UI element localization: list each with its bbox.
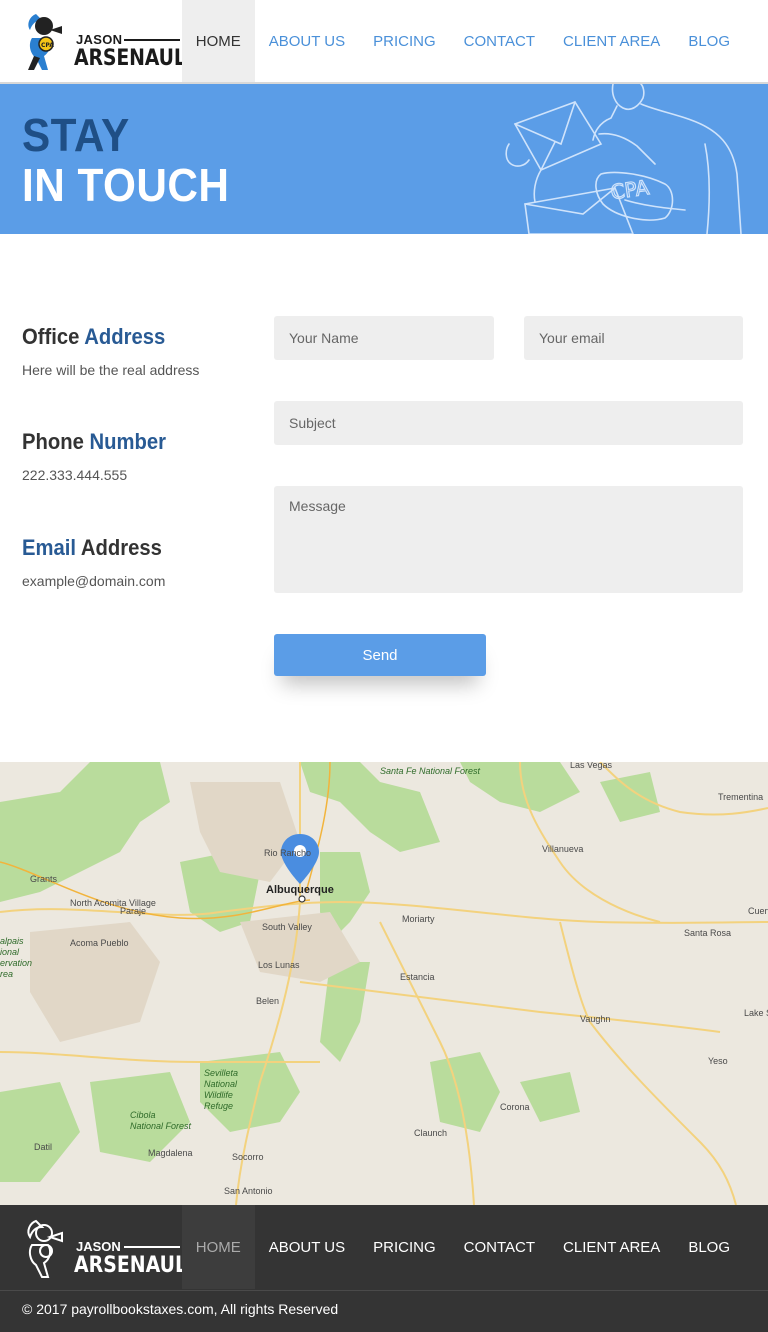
map-label-cibola: Cibola National Forest: [130, 1110, 192, 1131]
office-address-text: Here will be the real address: [22, 362, 200, 378]
map-terrain: [0, 762, 768, 1205]
map-label-datil: Datil: [34, 1142, 53, 1152]
footer-nav-blog[interactable]: BLOG: [674, 1205, 744, 1289]
phone-number-text: 222.333.444.555: [22, 467, 128, 483]
logo-rule: [124, 39, 180, 41]
map-label-south-valley: South Valley: [262, 922, 312, 932]
phone-number-heading: Phone Number: [22, 429, 166, 455]
map-label-belen: Belen: [256, 996, 280, 1006]
svg-text:CPA: CPA: [41, 42, 54, 49]
office-address-heading: Office Address: [22, 324, 185, 350]
nav-blog[interactable]: BLOG: [674, 0, 744, 82]
footer-nav: HOME ABOUT US PRICING CONTACT CLIENT ARE…: [181, 1205, 744, 1289]
map-label-cuervo: Cuerv: [748, 906, 768, 916]
office-heading-part1: Office: [22, 324, 80, 349]
phone-number-block: Phone Number 222.333.444.555: [22, 429, 178, 483]
phone-heading-part1: Phone: [22, 429, 84, 454]
nav-client-area[interactable]: CLIENT AREA: [549, 0, 674, 82]
logo-first-name: JASON: [76, 32, 123, 47]
footer-nav-client-area[interactable]: CLIENT AREA: [549, 1205, 674, 1289]
hero-title-line2: IN TOUCH: [22, 159, 230, 211]
map-label-trementina: Trementina: [718, 792, 764, 802]
message-textarea[interactable]: [274, 486, 743, 593]
email-input[interactable]: [524, 316, 743, 360]
nav-contact[interactable]: CONTACT: [450, 0, 549, 82]
map-label-rio-rancho: Rio Rancho: [264, 848, 312, 858]
map-pin-icon: [281, 834, 319, 884]
site-logo[interactable]: CPA JASON ARSENAULT: [22, 10, 195, 72]
email-address-text: example@domain.com: [22, 573, 166, 589]
map-label-santa-rosa: Santa Rosa: [684, 928, 732, 938]
location-map[interactable]: Santa Fe National Forest Las Vegas Treme…: [0, 762, 768, 1205]
site-footer: JASON ARSENAULT HOME ABOUT US PRICING CO…: [0, 1205, 768, 1332]
footer-divider: [0, 1290, 768, 1291]
site-header: CPA JASON ARSENAULT HOME ABOUT US PRICIN…: [0, 0, 768, 84]
map-label-santa-fe: Santa Fe National Forest: [380, 766, 481, 776]
map-label-corona: Corona: [500, 1102, 530, 1112]
name-input[interactable]: [274, 316, 494, 360]
map-label-acoma-pueblo: Acoma Pueblo: [70, 938, 129, 948]
map-label-claunch: Claunch: [414, 1128, 448, 1138]
nav-home[interactable]: HOME: [181, 0, 255, 82]
footer-logo-last-name: ARSENAULT: [74, 1253, 197, 1278]
map-label-san-antonio: San Antonio: [224, 1186, 273, 1196]
hero-cpa-label: CPA: [609, 175, 651, 204]
map-label-sevilleta: Sevilleta National Wildlife Refuge: [204, 1068, 239, 1111]
map-label-las-vegas: Las Vegas: [570, 762, 613, 770]
map-label-villanueva: Villanueva: [542, 844, 584, 854]
map-label-magdalena: Magdalena: [148, 1148, 193, 1158]
map-label-los-lunas: Los Lunas: [258, 960, 300, 970]
footer-nav-contact[interactable]: CONTACT: [450, 1205, 549, 1289]
office-address-block: Office Address Here will be the real add…: [22, 324, 199, 378]
office-heading-part2: Address: [84, 324, 166, 349]
email-heading-part1: Email: [22, 535, 77, 560]
map-label-lake-s: Lake S: [744, 1008, 768, 1018]
subject-input[interactable]: [274, 401, 743, 445]
nav-pricing[interactable]: PRICING: [359, 0, 450, 82]
map-label-moriarty: Moriarty: [402, 914, 435, 924]
footer-logo-mascot-icon: [27, 1219, 63, 1278]
map-label-vaughn: Vaughn: [580, 1014, 611, 1024]
main-nav: HOME ABOUT US PRICING CONTACT CLIENT ARE…: [181, 0, 744, 82]
hero-title-line1: STAY: [22, 109, 130, 161]
email-heading-part2: Address: [80, 535, 162, 560]
hero-illustration-icon: CPA: [505, 84, 742, 234]
map-label-estancia: Estancia: [400, 972, 435, 982]
footer-logo[interactable]: JASON ARSENAULT: [22, 1217, 197, 1279]
hero-banner: STAY IN TOUCH CPA: [0, 84, 768, 234]
footer-nav-about-us[interactable]: ABOUT US: [255, 1205, 359, 1289]
send-button[interactable]: Send: [274, 634, 486, 676]
map-label-grants: Grants: [30, 874, 58, 884]
logo-mascot-icon: CPA: [28, 14, 62, 70]
email-address-block: Email Address example@domain.com: [22, 535, 174, 589]
footer-logo-first-name: JASON: [76, 1239, 121, 1254]
footer-nav-pricing[interactable]: PRICING: [359, 1205, 450, 1289]
phone-heading-part2: Number: [89, 429, 166, 454]
logo-last-name: ARSENAULT: [74, 46, 196, 71]
copyright-text: © 2017 payrollbookstaxes.com, All rights…: [22, 1301, 339, 1317]
nav-about-us[interactable]: ABOUT US: [255, 0, 359, 82]
map-label-albuquerque: Albuquerque: [266, 884, 334, 896]
map-label-alpais: alpais ional ervation rea: [0, 936, 33, 979]
map-label-socorro: Socorro: [232, 1152, 264, 1162]
footer-nav-home[interactable]: HOME: [181, 1205, 255, 1289]
email-address-heading: Email Address: [22, 535, 162, 561]
map-label-paraje: Paraje: [120, 906, 147, 916]
footer-logo-rule: [124, 1246, 180, 1248]
map-label-yeso: Yeso: [708, 1056, 728, 1066]
